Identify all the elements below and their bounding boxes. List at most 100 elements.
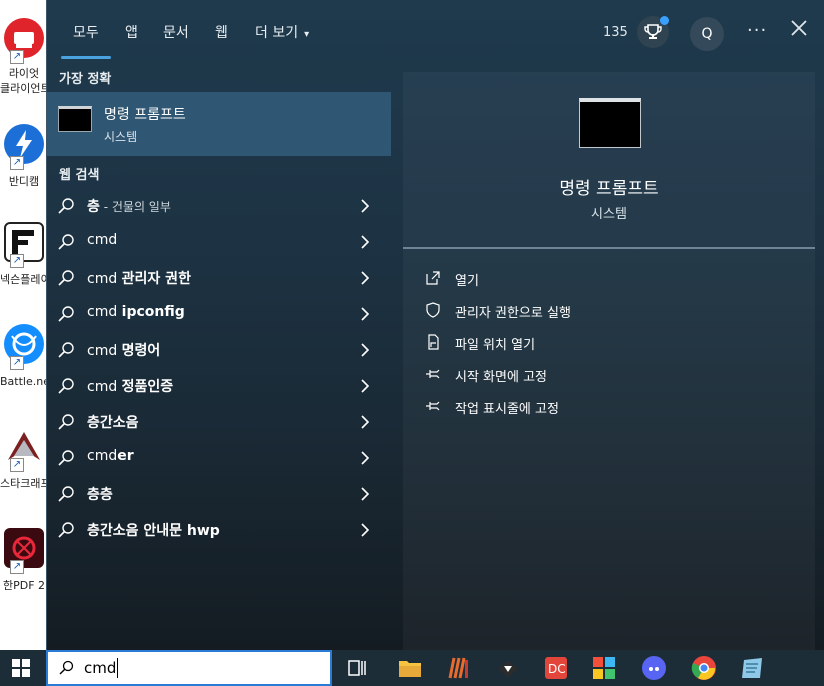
tab-documents[interactable]: 문서 xyxy=(163,22,189,44)
query-suggestion: er xyxy=(117,448,134,464)
chevron-right-icon xyxy=(361,379,370,393)
web-search-item[interactable]: cmd ipconfig xyxy=(47,296,391,332)
taskbar-chrome[interactable] xyxy=(690,654,718,682)
action-pin-to-taskbar[interactable]: 작업 표시줄에 고정 xyxy=(425,396,805,418)
tab-apps[interactable]: 앱 xyxy=(125,22,138,44)
desktop-icon-starcraft[interactable]: ↗ 스타크래프트 xyxy=(0,422,48,512)
tab-web[interactable]: 웹 xyxy=(215,22,228,44)
web-search-text: cmd xyxy=(87,232,117,248)
divider xyxy=(403,247,815,249)
command-prompt-icon xyxy=(579,98,641,148)
pin-icon xyxy=(426,369,440,379)
search-icon xyxy=(59,660,74,675)
detail-pane: 명령 프롬프트 시스템 열기 관리자 권한으로 실행 파일 위치 열기 시작 화… xyxy=(403,72,815,650)
search-icon xyxy=(58,234,74,250)
web-search-item[interactable]: cmd 정품인증 xyxy=(47,368,391,404)
more-options-button[interactable]: ··· xyxy=(747,20,767,41)
desktop-icon-label: Battle.net xyxy=(0,375,48,388)
search-icon xyxy=(58,342,74,358)
shield-icon xyxy=(426,302,440,318)
web-search-heading: 웹 검색 xyxy=(59,168,100,183)
action-label: 열기 xyxy=(455,274,479,289)
user-avatar-button[interactable]: Q xyxy=(690,17,724,51)
search-icon xyxy=(58,198,74,214)
query-prefix: cmd xyxy=(87,448,118,464)
web-search-item[interactable]: cmder xyxy=(47,440,391,476)
web-search-item[interactable]: cmd xyxy=(47,224,391,260)
web-search-item[interactable]: cmd 명령어 xyxy=(47,332,391,368)
query-suggestion: 층층 xyxy=(87,487,113,503)
desktop-icon-label: 클라이언트 xyxy=(0,82,48,95)
tiles-app-icon xyxy=(593,657,615,679)
detail-app-name: 명령 프롬프트 xyxy=(559,179,659,199)
query-prefix: cmd xyxy=(87,304,122,320)
action-open[interactable]: 열기 xyxy=(425,268,805,290)
desktop-icon-bandicam[interactable]: ↗ 반디캠 xyxy=(0,120,48,210)
chevron-right-icon xyxy=(361,271,370,285)
query-suggestion: ipconfig xyxy=(121,304,185,320)
chrome-icon xyxy=(691,656,716,680)
notification-dot xyxy=(660,16,669,25)
desktop-icon-battlenet[interactable]: ↗ Battle.net xyxy=(0,320,48,410)
web-search-item[interactable]: cmd 관리자 권한 xyxy=(47,260,391,296)
chevron-right-icon xyxy=(361,523,370,537)
detail-app-type: 시스템 xyxy=(591,207,627,222)
web-search-item[interactable]: 층층 xyxy=(47,476,391,512)
taskbar-search-box[interactable]: cmd xyxy=(46,650,332,686)
search-panel: 모두 앱 문서 웹 더 보기 ▾ 135 Q ··· 가장 정확 명령 프롬프트 … xyxy=(46,0,824,650)
web-search-text: 층간소음 xyxy=(87,412,139,432)
action-run-as-admin[interactable]: 관리자 권한으로 실행 xyxy=(425,300,805,322)
best-match-result[interactable]: 명령 프롬프트 시스템 xyxy=(47,92,391,156)
query-suggestion: 관리자 권한 xyxy=(121,271,191,287)
taskbar-file-explorer[interactable] xyxy=(396,654,424,682)
web-search-item[interactable]: 층간소음 xyxy=(47,404,391,440)
taskbar-app-notes[interactable] xyxy=(738,654,766,682)
windows-start-button[interactable] xyxy=(12,659,30,677)
action-open-file-location[interactable]: 파일 위치 열기 xyxy=(425,332,805,354)
desktop-icon-label: 라이엇 xyxy=(8,67,40,80)
action-pin-to-start[interactable]: 시작 화면에 고정 xyxy=(425,364,805,386)
query-prefix: cmd xyxy=(87,379,122,395)
web-search-item[interactable]: 층간소음 안내문 hwp xyxy=(47,512,391,548)
desktop-icon-riot-client[interactable]: ↗ 라이엇 클라이언트 xyxy=(0,14,48,104)
app-stripes-icon xyxy=(448,657,468,679)
shortcut-arrow-icon: ↗ xyxy=(10,560,24,574)
taskbar-app-stripes[interactable] xyxy=(444,654,472,682)
chevron-right-icon xyxy=(361,487,370,501)
web-search-text: 층 - 건물의 일부 xyxy=(87,196,171,216)
shortcut-arrow-icon: ↗ xyxy=(10,50,24,64)
tab-more[interactable]: 더 보기 ▾ xyxy=(255,22,309,44)
search-input[interactable]: cmd xyxy=(84,659,116,677)
desktop-icon-nexon-play[interactable]: ↗ 넥슨플레이 xyxy=(0,218,48,308)
rewards-button[interactable] xyxy=(637,16,669,48)
taskbar-discord[interactable] xyxy=(640,654,668,682)
chevron-right-icon xyxy=(361,415,370,429)
taskbar-app-dc[interactable]: DC xyxy=(542,654,570,682)
close-icon[interactable] xyxy=(789,18,809,38)
taskbar-app-game[interactable] xyxy=(494,654,522,682)
action-label: 관리자 권한으로 실행 xyxy=(455,306,571,321)
rewards-points: 135 xyxy=(603,25,628,40)
chevron-down-icon: ▾ xyxy=(304,29,310,40)
search-icon xyxy=(58,306,74,322)
command-prompt-icon xyxy=(58,106,92,132)
web-search-item[interactable]: 층 - 건물의 일부 xyxy=(47,188,391,224)
chevron-right-icon xyxy=(361,451,370,465)
desktop-icon-label: 반디캠 xyxy=(8,175,40,188)
desktop-icon-hanpdf[interactable]: ↗ 한PDF 2 xyxy=(0,524,48,614)
chevron-right-icon xyxy=(361,235,370,249)
tab-all[interactable]: 모두 xyxy=(61,22,111,59)
tab-more-label: 더 보기 xyxy=(255,25,299,41)
search-icon xyxy=(58,378,74,394)
web-search-text: cmd 관리자 권한 xyxy=(87,268,191,288)
folder-icon xyxy=(399,661,421,677)
desktop-icon-label: 한PDF 2 xyxy=(2,579,46,592)
search-icon xyxy=(58,414,74,430)
taskbar-app-tiles[interactable] xyxy=(590,654,618,682)
search-icon xyxy=(58,486,74,502)
web-search-text: cmder xyxy=(87,448,134,464)
search-tabs-bar: 모두 앱 문서 웹 더 보기 ▾ 135 Q ··· xyxy=(47,0,824,64)
query-suggestion: 층간소음 안내문 hwp xyxy=(87,523,220,539)
task-view-button[interactable] xyxy=(344,654,372,682)
desktop-icon-label: 넥슨플레이 xyxy=(0,273,48,286)
